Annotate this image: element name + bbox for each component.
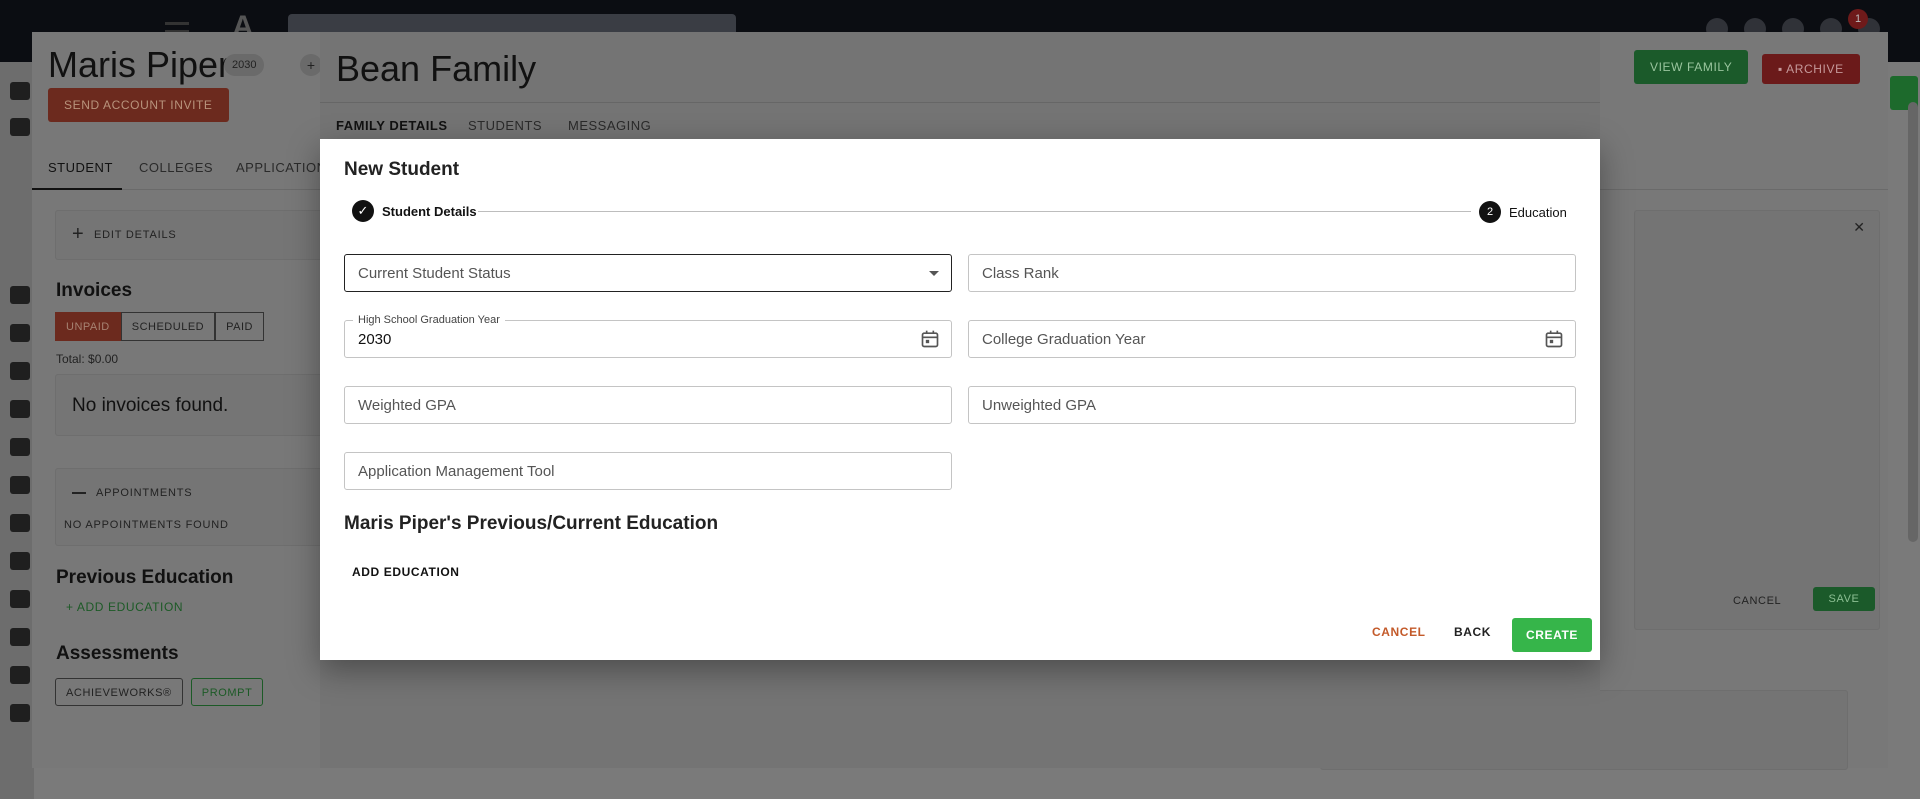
education-heading: Maris Piper's Previous/Current Education [344,513,719,534]
add-education-button[interactable]: ADD EDUCATION [352,565,460,579]
files-icon[interactable] [10,552,30,570]
college-grad-year-placeholder: College Graduation Year [982,331,1146,348]
appointments-label[interactable]: APPOINTMENTS [96,487,192,499]
step-education[interactable]: Education [1509,205,1567,220]
graph-icon[interactable] [10,514,30,532]
chevron-down-icon [929,271,939,276]
plus-icon: + [72,223,84,245]
current-student-status-select[interactable]: Current Student Status [344,254,952,292]
calendar-icon[interactable] [920,329,940,354]
collapse-icon[interactable] [72,492,86,494]
notification-badge: 1 [1848,9,1868,29]
hs-grad-year-label: High School Graduation Year [353,314,505,326]
appointments-card: APPOINTMENTS NO APPOINTMENTS FOUND [55,468,355,546]
hs-graduation-year-input[interactable]: High School Graduation Year 2030 [344,314,952,358]
family-title: Bean Family [336,48,537,89]
invoice-total: Total: $0.00 [56,352,119,366]
tab-students[interactable]: STUDENTS [468,118,542,133]
modal-title: New Student [344,159,460,180]
step-student-details[interactable]: Student Details [382,204,477,219]
tab-applications[interactable]: APPLICATION [236,160,327,175]
unweighted-gpa-placeholder: Unweighted GPA [982,397,1096,414]
close-icon[interactable]: ✕ [1853,219,1865,236]
back-button[interactable]: BACK [1454,625,1491,639]
class-rank-input[interactable]: Class Rank [968,254,1576,292]
app-mgmt-tool-placeholder: Application Management Tool [358,463,555,480]
people-icon[interactable] [10,118,30,136]
prompt-button[interactable]: PROMPT [190,678,264,706]
school-icon[interactable] [10,286,30,304]
scrollbar[interactable] [1908,102,1918,542]
weighted-gpa-input[interactable]: Weighted GPA [344,386,952,424]
side-cancel-button[interactable]: CANCEL [1733,595,1781,607]
add-education-label: ADD EDUCATION [76,600,184,614]
step-number: 2 [1479,201,1501,223]
invoices-heading: Invoices [56,280,133,301]
assessments-heading: Assessments [56,643,179,664]
folder-icon[interactable] [10,476,30,494]
tab-messaging[interactable]: MESSAGING [568,118,651,133]
no-invoices-card: No invoices found. [55,374,355,436]
tab-student[interactable]: STUDENT [32,160,122,190]
add-tag-icon[interactable]: + [300,54,322,76]
weighted-gpa-placeholder: Weighted GPA [358,397,456,414]
dashboard-icon[interactable] [10,82,30,100]
chat-icon[interactable] [10,704,30,722]
unweighted-gpa-input[interactable]: Unweighted GPA [968,386,1576,424]
view-family-button[interactable]: VIEW FAMILY [1634,50,1749,84]
application-management-tool-input[interactable]: Application Management Tool [344,452,952,490]
tab-family-details[interactable]: FAMILY DETAILS [336,118,448,133]
step-connector [478,211,1471,212]
document-icon[interactable] [10,590,30,608]
college-graduation-year-input[interactable]: College Graduation Year [968,320,1576,358]
no-invoices-text: No invoices found. [72,395,229,416]
list-icon[interactable] [10,438,30,456]
send-account-invite-button[interactable]: SEND ACCOUNT INVITE [48,88,229,122]
achieveworks-button[interactable]: ACHIEVEWORKS® [55,678,183,706]
new-student-modal: New Student ✓ Student Details 2 Educatio… [320,139,1600,660]
dollar-icon[interactable] [10,666,30,684]
student-name: Maris Piper [48,44,231,85]
side-edit-card: ✕ CANCEL SAVE [1634,210,1880,630]
filter-paid[interactable]: PAID [215,312,264,341]
edit-details-card[interactable]: + EDIT DETAILS [55,210,355,260]
tab-colleges[interactable]: COLLEGES [139,160,213,175]
hs-grad-year-value: 2030 [358,331,392,348]
archive-button[interactable]: ▪ ARCHIVE [1762,54,1860,84]
no-appointments-text: NO APPOINTMENTS FOUND [64,519,229,531]
archive-label: ARCHIVE [1786,62,1844,76]
library-icon[interactable] [10,324,30,342]
mail-icon[interactable] [10,628,30,646]
calendar-icon[interactable] [1544,329,1564,354]
add-education-link[interactable]: + ADD EDUCATION [66,600,183,614]
invoice-filter-group: UNPAID SCHEDULED PAID [55,312,264,341]
checklist-icon[interactable] [10,400,30,418]
create-button[interactable]: CREATE [1512,618,1592,652]
filter-unpaid[interactable]: UNPAID [55,312,121,341]
grad-year-chip: 2030 [224,54,265,76]
check-icon[interactable]: ✓ [352,200,374,222]
stepper: ✓ Student Details 2 Education [352,200,1568,223]
divider [320,102,1600,103]
previous-education-heading: Previous Education [56,567,234,588]
wifi-icon[interactable] [10,362,30,380]
assessment-buttons: ACHIEVEWORKS® PROMPT [55,678,264,706]
cancel-button[interactable]: CANCEL [1372,625,1426,639]
left-nav-rail [0,62,34,799]
filter-scheduled[interactable]: SCHEDULED [120,312,216,341]
current-status-placeholder: Current Student Status [358,265,511,282]
side-save-button[interactable]: SAVE [1813,587,1875,611]
edit-details-label: EDIT DETAILS [94,229,177,241]
class-rank-placeholder: Class Rank [982,265,1059,282]
